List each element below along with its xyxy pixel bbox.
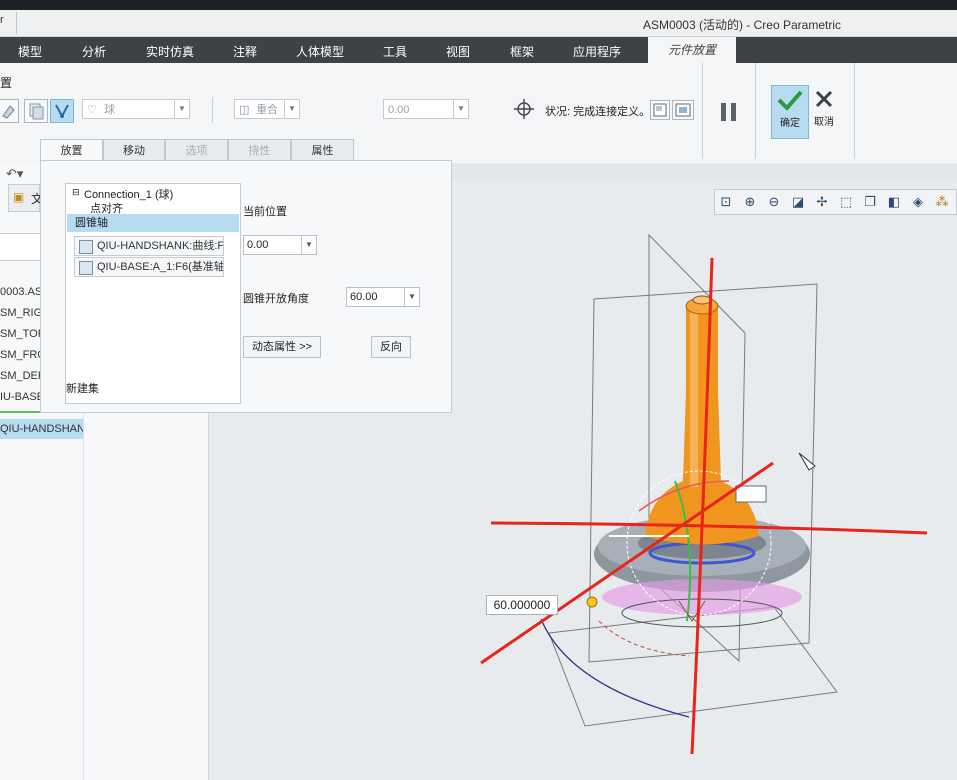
os-top-strip xyxy=(0,0,957,10)
cancel-label: 取消 xyxy=(814,117,834,128)
menu-live-simulation[interactable]: 实时仿真 xyxy=(146,43,194,60)
angle-dimension-arc xyxy=(540,618,690,718)
pause-icon[interactable] xyxy=(718,101,740,123)
menu-analysis[interactable]: 分析 xyxy=(82,43,106,60)
offset-combo[interactable]: 0.00 ▼ xyxy=(383,99,469,119)
title-bar: r ASM0003 (活动的) - Creo Parametric xyxy=(0,10,957,37)
new-set-link[interactable]: 新建集 xyxy=(66,380,99,396)
connection-set-name[interactable]: Connection_1 (球) xyxy=(74,186,173,202)
angle-readout[interactable]: 60.000000 xyxy=(486,595,558,615)
offset-value: 0.00 xyxy=(388,104,410,116)
connection-type-value: 球 xyxy=(104,104,116,116)
reference-handshank[interactable]: QIU-HANDSHANK:曲线:F xyxy=(74,236,224,256)
status-text: 状况: 完成连接定义。 xyxy=(545,106,651,118)
base-highlight-surface xyxy=(602,579,802,615)
placement-panel: ⊟ Connection_1 (球) 点对齐 圆锥轴 QIU-HANDSHANK… xyxy=(40,160,452,413)
folder-icon: ▣ xyxy=(13,190,25,204)
angle-dimension-handle xyxy=(586,596,598,608)
gizmo-label-box xyxy=(735,485,767,503)
close-icon xyxy=(815,90,833,108)
constraint-type-combo[interactable]: ◫ 重合 ▼ xyxy=(234,99,300,119)
menu-tools[interactable]: 工具 xyxy=(383,43,407,60)
current-position-value: 0.00 xyxy=(247,239,269,251)
chevron-down-icon: ▼ xyxy=(404,288,419,306)
tree-item[interactable]: SM_FRO xyxy=(0,345,46,365)
tree-item[interactable]: SM_TOP xyxy=(0,324,45,344)
ribbon-divider xyxy=(854,63,855,159)
handle-shaft-highlight xyxy=(690,307,698,487)
tree-column-divider xyxy=(83,412,84,780)
reference-base-axis[interactable]: QIU-BASE:A_1:F6(基准轴) xyxy=(74,257,224,277)
connection-set-list: ⊟ Connection_1 (球) 点对齐 圆锥轴 QIU-HANDSHANK… xyxy=(65,183,241,404)
chevron-down-icon: ▼ xyxy=(301,236,316,254)
confirm-button[interactable]: 确定 xyxy=(771,85,809,139)
tree-item[interactable]: IU-BASE xyxy=(0,387,44,407)
menu-manikin[interactable]: 人体模型 xyxy=(296,43,344,60)
tab-placement[interactable]: 放置 xyxy=(40,139,103,161)
placement-crosshair-icon[interactable] xyxy=(512,97,536,121)
tab-properties[interactable]: 属性 xyxy=(291,139,354,161)
cone-angle-value: 60.00 xyxy=(350,291,378,303)
component-window-icon[interactable] xyxy=(672,100,694,120)
cone-angle-label: 圆锥开放角度 xyxy=(243,293,309,305)
menu-model[interactable]: 模型 xyxy=(18,43,42,60)
ribbon-divider xyxy=(702,63,703,159)
ribbon-divider xyxy=(755,63,756,159)
ribbon-divider xyxy=(212,97,213,123)
reference-base-axis-label: QIU-BASE:A_1:F6(基准轴) xyxy=(97,261,224,273)
chevron-down-icon: ▼ xyxy=(453,100,468,118)
mechanism-connection-icon[interactable] xyxy=(50,99,74,123)
menu-annotate[interactable]: 注释 xyxy=(233,43,257,60)
chevron-down-icon: ▼ xyxy=(174,100,189,118)
flip-button[interactable]: 反向 xyxy=(371,336,411,358)
coincident-icon: ◫ xyxy=(239,104,250,116)
constraint-type-value: 重合 xyxy=(256,104,279,116)
undo-icon[interactable]: ↶▾ xyxy=(6,166,23,182)
title-separator xyxy=(16,12,17,34)
reference-handshank-label: QIU-HANDSHANK:曲线:F xyxy=(97,240,224,252)
chevron-down-icon: ▼ xyxy=(284,100,299,118)
tab-move[interactable]: 移动 xyxy=(103,139,165,161)
handle-top-hole xyxy=(692,295,712,305)
current-position-label: 当前位置 xyxy=(243,206,287,218)
check-icon xyxy=(777,90,803,111)
current-position-field[interactable]: 0.00 ▼ xyxy=(243,235,317,255)
connection-type-combo[interactable]: ♡ 球 ▼ xyxy=(82,99,190,119)
user-defined-icon[interactable] xyxy=(0,99,19,123)
cancel-button[interactable]: 取消 xyxy=(811,85,837,137)
menu-applications[interactable]: 应用程序 xyxy=(573,43,621,60)
curve-reference-icon xyxy=(79,240,93,254)
separate-window-icon[interactable] xyxy=(650,100,670,120)
menu-view[interactable]: 视图 xyxy=(446,43,470,60)
axis-reference-icon xyxy=(79,261,93,275)
dynamic-properties-button[interactable]: 动态属性 >> xyxy=(243,336,321,358)
constraint-cone-axis[interactable]: 圆锥轴 xyxy=(67,214,239,232)
ribbon-tab-bar: 模型 分析 实时仿真 注释 人体模型 工具 视图 框架 应用程序 元件放置 xyxy=(0,37,957,63)
ball-joint-icon: ♡ xyxy=(87,104,97,116)
menu-framework[interactable]: 框架 xyxy=(510,43,534,60)
confirm-label: 确定 xyxy=(780,118,800,129)
tab-options[interactable]: 选项 xyxy=(165,139,228,161)
ribbon-group-label: 置 xyxy=(0,76,13,90)
copy-constraints-icon[interactable] xyxy=(24,99,48,123)
menu-component-placement[interactable]: 元件放置 xyxy=(648,37,736,63)
cone-angle-field[interactable]: 60.00 ▼ xyxy=(346,287,420,307)
tree-item-selected[interactable]: QIU-HANDSHAN xyxy=(0,419,85,439)
model-tree-tab[interactable]: ▣ 文 xyxy=(8,184,43,212)
tab-flexibility[interactable]: 挠性 xyxy=(228,139,291,161)
window-title: ASM0003 (活动的) - Creo Parametric xyxy=(642,18,841,32)
